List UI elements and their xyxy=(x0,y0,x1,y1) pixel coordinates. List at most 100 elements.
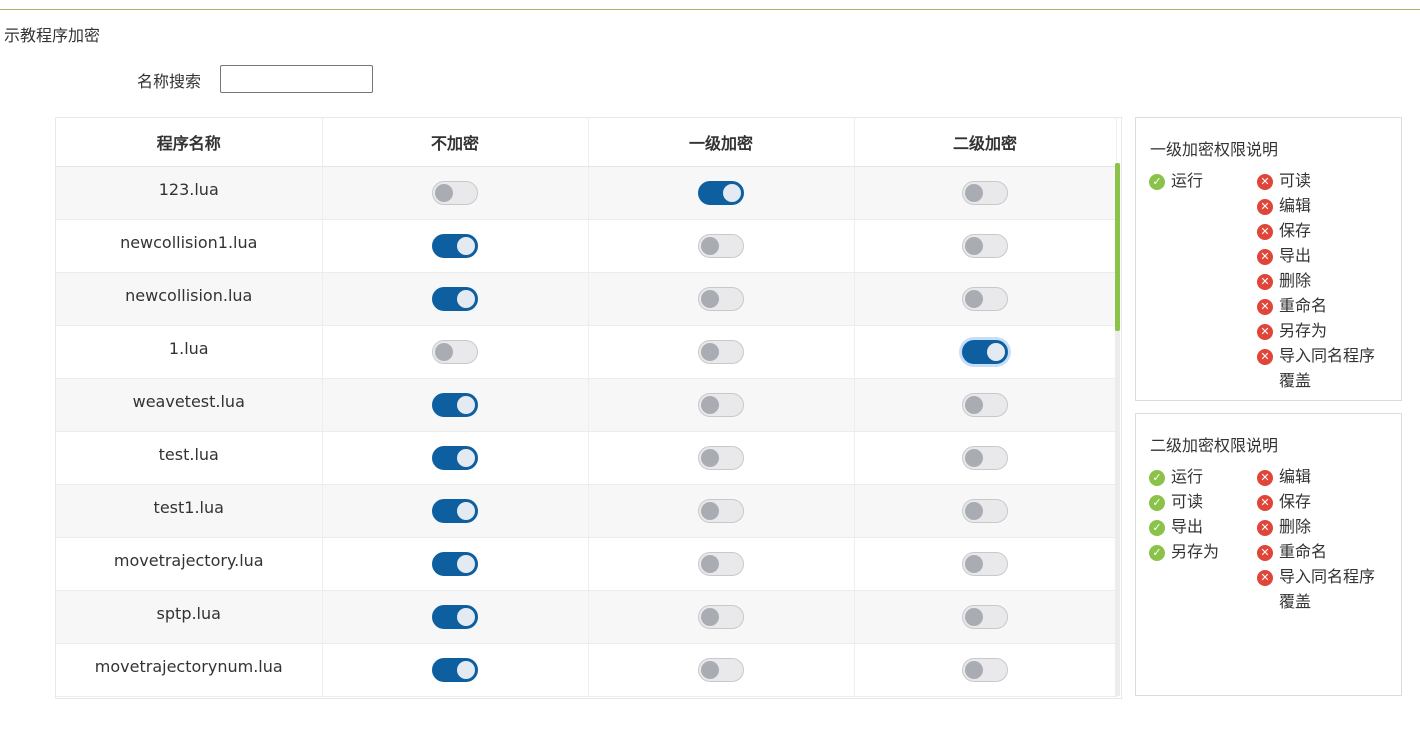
no-encryption-switch[interactable] xyxy=(432,446,478,470)
switch-knob xyxy=(701,290,719,308)
switch-knob xyxy=(457,608,475,626)
level1-encryption-switch[interactable] xyxy=(698,499,744,523)
level2-encryption-switch[interactable] xyxy=(962,181,1008,205)
denied-permission: ✕ 重命名 xyxy=(1257,295,1375,320)
permission-label: 重命名 xyxy=(1279,542,1328,561)
switch-knob xyxy=(965,290,983,308)
program-name-cell: movetrajectory.lua xyxy=(56,537,323,591)
level2-encryption-switch[interactable] xyxy=(962,287,1008,311)
no-encryption-switch[interactable] xyxy=(432,658,478,682)
switch-cell xyxy=(854,537,1117,591)
switch-cell xyxy=(322,643,589,697)
switch-knob xyxy=(457,661,475,679)
level1-encryption-switch[interactable] xyxy=(698,181,744,205)
x-circle-icon: ✕ xyxy=(1257,274,1273,290)
switch-knob xyxy=(965,661,983,679)
switch-knob xyxy=(965,184,983,202)
column-header-none: 不加密 xyxy=(322,118,589,167)
switch-knob xyxy=(457,449,475,467)
level1-encryption-switch[interactable] xyxy=(698,658,744,682)
level1-encryption-switch[interactable] xyxy=(698,605,744,629)
level2-encryption-switch[interactable] xyxy=(962,499,1008,523)
switch-cell xyxy=(322,378,589,432)
search-input[interactable] xyxy=(220,65,373,93)
no-encryption-switch[interactable] xyxy=(432,499,478,523)
allowed-permission: ✓ 另存为 xyxy=(1149,541,1219,566)
switch-knob xyxy=(701,555,719,573)
switch-knob xyxy=(965,396,983,414)
denied-permission: 覆盖 xyxy=(1257,591,1375,616)
table-row: test.lua xyxy=(56,431,1117,485)
program-name-cell: movetrajectorynum.lua xyxy=(56,643,323,697)
switch-cell xyxy=(322,484,589,538)
scrollbar-thumb[interactable] xyxy=(1115,163,1120,331)
switch-knob xyxy=(965,237,983,255)
no-encryption-switch[interactable] xyxy=(432,340,478,364)
x-circle-icon: ✕ xyxy=(1257,545,1273,561)
switch-cell xyxy=(588,537,855,591)
switch-cell xyxy=(322,272,589,326)
no-encryption-switch[interactable] xyxy=(432,605,478,629)
allowed-list: ✓ 运行 ✓ 可读 ✓ 导出 ✓ 另存为 xyxy=(1149,466,1219,566)
x-circle-icon: ✕ xyxy=(1257,495,1273,511)
table-row: newcollision1.lua xyxy=(56,219,1117,273)
permission-label: 导入同名程序 xyxy=(1279,346,1376,365)
denied-permission: ✕ 删除 xyxy=(1257,516,1375,541)
no-encryption-switch[interactable] xyxy=(432,552,478,576)
check-circle-icon: ✓ xyxy=(1149,470,1165,486)
level2-encryption-switch[interactable] xyxy=(962,446,1008,470)
permission-label: 编辑 xyxy=(1279,196,1312,215)
switch-cell xyxy=(854,378,1117,432)
permission-label: 覆盖 xyxy=(1279,371,1312,390)
table-row: 123.lua xyxy=(56,166,1117,220)
level1-encryption-switch[interactable] xyxy=(698,287,744,311)
x-circle-icon: ✕ xyxy=(1257,199,1273,215)
no-encryption-switch[interactable] xyxy=(432,393,478,417)
column-header-name: 程序名称 xyxy=(56,118,323,167)
check-circle-icon: ✓ xyxy=(1149,545,1165,561)
level2-encryption-switch[interactable] xyxy=(962,393,1008,417)
no-encryption-switch[interactable] xyxy=(432,287,478,311)
level2-encryption-switch[interactable] xyxy=(962,552,1008,576)
permission-label: 重命名 xyxy=(1279,296,1328,315)
level1-encryption-switch[interactable] xyxy=(698,552,744,576)
switch-cell xyxy=(588,325,855,379)
switch-cell xyxy=(322,325,589,379)
program-name-cell: 1.lua xyxy=(56,325,323,379)
permission-label: 保存 xyxy=(1279,492,1312,511)
program-name-cell: test1.lua xyxy=(56,484,323,538)
search-label: 名称搜索 xyxy=(137,72,202,91)
switch-knob xyxy=(457,555,475,573)
check-circle-icon: ✓ xyxy=(1149,520,1165,536)
level1-encryption-switch[interactable] xyxy=(698,393,744,417)
switch-knob xyxy=(701,396,719,414)
level2-encryption-switch[interactable] xyxy=(962,605,1008,629)
switch-cell xyxy=(588,166,855,220)
level1-encryption-switch[interactable] xyxy=(698,446,744,470)
switch-knob xyxy=(435,184,453,202)
no-encryption-switch[interactable] xyxy=(432,181,478,205)
page-title: 示教程序加密 xyxy=(4,26,101,45)
switch-cell xyxy=(854,431,1117,485)
switch-knob xyxy=(965,502,983,520)
level2-encryption-switch[interactable] xyxy=(962,340,1008,364)
permission-label: 运行 xyxy=(1171,467,1204,486)
switch-knob xyxy=(701,449,719,467)
level2-encryption-switch[interactable] xyxy=(962,658,1008,682)
table-row: movetrajectorynum.lua xyxy=(56,643,1117,697)
switch-cell xyxy=(588,590,855,644)
permission-label: 导出 xyxy=(1171,517,1204,536)
x-circle-icon: ✕ xyxy=(1257,224,1273,240)
switch-cell xyxy=(854,272,1117,326)
top-divider xyxy=(0,9,1420,10)
denied-permission: ✕ 删除 xyxy=(1257,270,1375,295)
level1-encryption-switch[interactable] xyxy=(698,234,744,258)
no-encryption-switch[interactable] xyxy=(432,234,478,258)
level2-encryption-switch[interactable] xyxy=(962,234,1008,258)
level1-encryption-switch[interactable] xyxy=(698,340,744,364)
switch-cell xyxy=(854,166,1117,220)
allowed-permission: ✓ 运行 xyxy=(1149,170,1203,195)
table-row: weavetest.lua xyxy=(56,378,1117,432)
denied-list: ✕ 可读 ✕ 编辑 ✕ 保存 ✕ 导出 ✕ 删除 ✕ 重命名 ✕ 另存为 ✕ 导入同名程序 覆盖 xyxy=(1257,170,1375,395)
switch-knob xyxy=(701,502,719,520)
